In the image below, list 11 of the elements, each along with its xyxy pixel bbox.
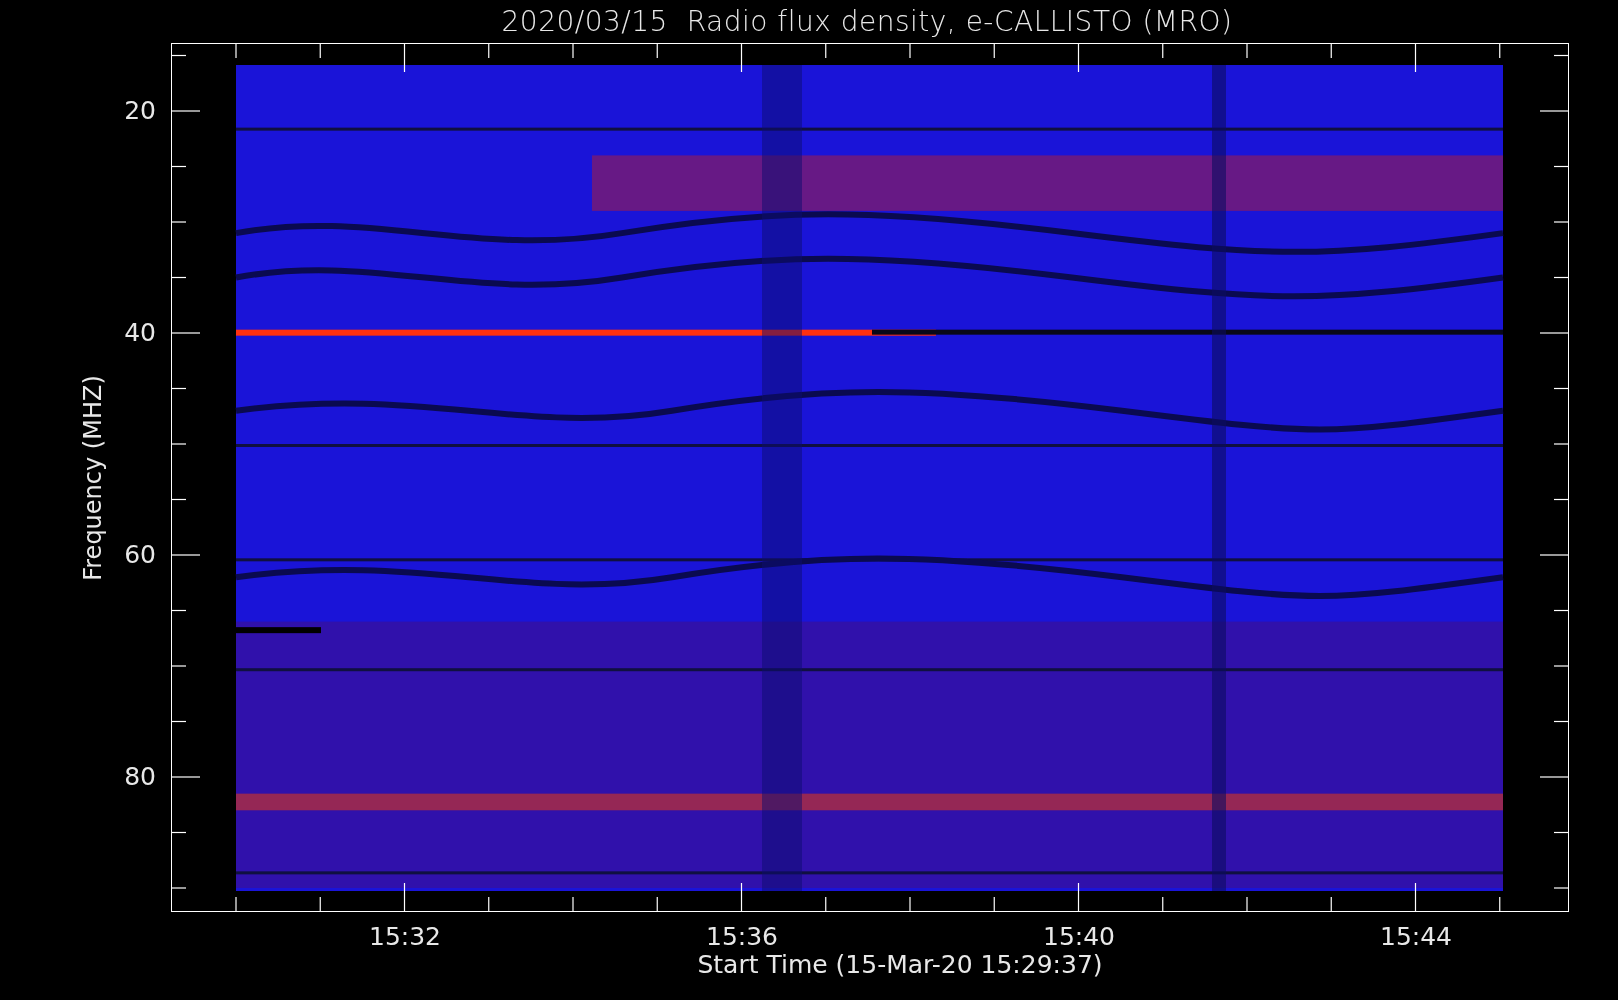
y-tick-label: 80 bbox=[124, 763, 156, 791]
y-tick-label: 60 bbox=[124, 541, 156, 569]
x-tick-label: 15:44 bbox=[1380, 923, 1452, 951]
chart-title: 2020/03/15 Radio flux density, e-CALLISTO (MRO) bbox=[501, 5, 1233, 38]
x-axis-label: Start Time (15-Mar-20 15:29:37) bbox=[697, 950, 1103, 980]
x-tick-label: 15:40 bbox=[1043, 923, 1115, 951]
y-tick-label: 40 bbox=[124, 319, 156, 347]
x-tick-label: 15:32 bbox=[369, 923, 441, 951]
y-axis-label: Frequency (MHZ) bbox=[79, 374, 107, 583]
y-tick-label: 20 bbox=[124, 97, 156, 125]
x-tick-label: 15:36 bbox=[706, 923, 778, 951]
